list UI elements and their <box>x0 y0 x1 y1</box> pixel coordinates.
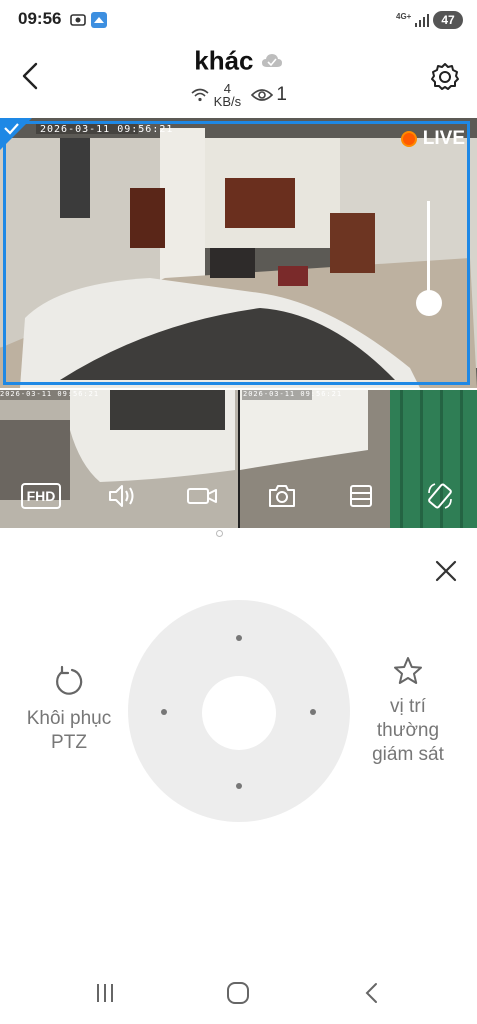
preset-position-button[interactable]: vị trí thường giám sát <box>358 655 458 767</box>
main-camera-view[interactable]: 2026-03-11 09:56:21 <box>0 118 477 388</box>
viewer-count: 1 <box>276 84 287 105</box>
eye-icon <box>250 89 273 101</box>
quality-fhd-button[interactable]: FHD <box>20 478 62 514</box>
quality-label: FHD <box>20 483 62 509</box>
sub-camera-feeds-image <box>0 390 477 528</box>
live-badge: LIVE <box>400 128 465 150</box>
preset-position-label: vị trí thường giám sát <box>372 696 444 765</box>
sub-timestamp-1: 2026-03-11 09:56:21 <box>0 390 100 398</box>
ptz-right-dot[interactable] <box>310 709 316 715</box>
ptz-left-dot[interactable] <box>161 709 167 715</box>
sub-camera-strip[interactable]: 2026-03-11 09:56:21 2026-03-11 09:56:21 <box>0 390 477 528</box>
status-time: 09:56 <box>18 9 62 28</box>
system-back-button[interactable] <box>360 980 386 1006</box>
status-bar: 09:56 4G+ 47 <box>0 0 477 40</box>
app-notification-icon <box>91 12 107 28</box>
star-icon <box>394 657 422 684</box>
zoom-slider-track[interactable] <box>427 201 430 301</box>
ptz-center-button[interactable] <box>202 676 276 750</box>
rotate-button[interactable] <box>420 478 460 514</box>
video-camera-icon <box>187 488 217 504</box>
close-ptz-button[interactable] <box>430 555 462 587</box>
ptz-up-dot[interactable] <box>236 635 242 641</box>
screenshot-icon <box>70 14 86 26</box>
device-title: khác <box>194 45 254 76</box>
speed-unit: KB/s <box>213 94 242 109</box>
audio-button[interactable] <box>102 478 142 514</box>
live-dot-icon <box>400 130 417 147</box>
settings-gear-button[interactable] <box>428 60 462 94</box>
battery-indicator: 47 <box>433 11 463 29</box>
screen-rotate-icon <box>428 483 452 509</box>
home-button[interactable] <box>225 980 251 1006</box>
recent-apps-button[interactable] <box>92 980 118 1006</box>
snapshot-button[interactable] <box>262 478 302 514</box>
page-indicator <box>216 530 223 537</box>
speaker-icon <box>109 485 134 507</box>
camera-snapshot-icon <box>269 485 295 507</box>
wifi-icon <box>191 88 209 102</box>
ptz-reset-label: Khôi phục PTZ <box>26 708 112 753</box>
selected-check-icon <box>0 118 32 150</box>
cloud-icon <box>261 54 282 68</box>
network-type: 4G+ <box>396 12 412 21</box>
zoom-slider-handle[interactable] <box>416 290 442 316</box>
reset-rotate-icon <box>56 665 83 695</box>
ptz-reset-button[interactable]: Khôi phục PTZ <box>10 665 128 755</box>
selected-frame-border <box>3 121 470 385</box>
live-label: LIVE <box>422 128 465 149</box>
layout-button[interactable] <box>341 478 381 514</box>
record-button[interactable] <box>182 478 222 514</box>
split-layout-icon <box>350 485 372 507</box>
sub-timestamp-2: 2026-03-11 09:56:21 <box>243 390 343 398</box>
stream-stats: 4 KB/s 1 <box>0 82 477 108</box>
device-title-row: khác <box>0 44 477 77</box>
ptz-down-dot[interactable] <box>236 783 242 789</box>
signal-icon <box>415 14 429 27</box>
